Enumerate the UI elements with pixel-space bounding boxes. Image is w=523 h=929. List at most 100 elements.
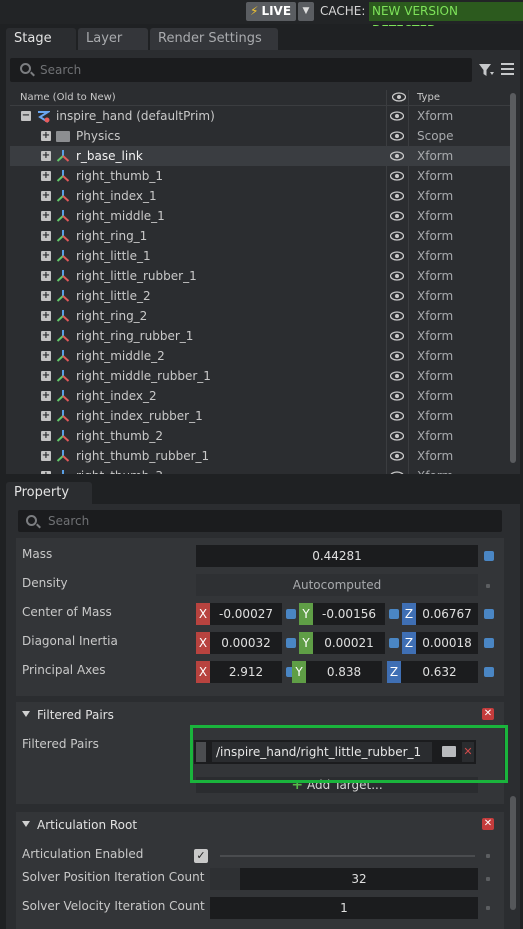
visibility-eye-icon[interactable] — [390, 371, 404, 381]
solver-position-default-indicator[interactable] — [486, 877, 490, 881]
expand-icon[interactable]: + — [41, 311, 51, 321]
visibility-eye-icon[interactable] — [390, 251, 404, 261]
column-header-name[interactable]: Name (Old to New) — [20, 92, 116, 103]
center-of-mass-z-indicator[interactable] — [484, 609, 494, 619]
tab-property[interactable]: Property — [6, 482, 92, 504]
visibility-eye-icon[interactable] — [390, 451, 404, 461]
remove-articulation-root-button[interactable]: ✕ — [482, 818, 494, 830]
stage-tree-row[interactable]: + right_thumb_1 Xform — [10, 166, 510, 186]
density-default-indicator[interactable] — [486, 584, 490, 588]
expand-icon[interactable]: + — [41, 171, 51, 181]
collapse-triangle-icon[interactable] — [22, 711, 30, 717]
diagonal-inertia-y-indicator[interactable] — [389, 638, 399, 648]
visibility-eye-icon[interactable] — [390, 111, 404, 121]
principal-axes-z-indicator[interactable] — [484, 667, 494, 677]
mass-authored-indicator[interactable] — [484, 551, 494, 561]
center-of-mass-y-indicator[interactable] — [389, 609, 399, 619]
tab-layer[interactable]: Layer — [78, 28, 148, 50]
collapse-icon[interactable]: − — [21, 111, 31, 121]
tab-stage[interactable]: Stage — [6, 28, 76, 50]
stage-tree-row[interactable]: + right_little_1 Xform — [10, 246, 510, 266]
visibility-header-eye-icon[interactable] — [392, 92, 406, 102]
stage-tree-row[interactable]: + right_middle_rubber_1 Xform — [10, 366, 510, 386]
articulation-root-header[interactable]: Articulation Root ✕ — [16, 812, 504, 838]
expand-icon[interactable]: + — [41, 191, 51, 201]
principal-axes-z-field[interactable]: 0.632 — [401, 661, 478, 683]
diagonal-inertia-z-indicator[interactable] — [484, 638, 494, 648]
diagonal-inertia-x-indicator[interactable] — [286, 638, 296, 648]
articulation-enabled-default-indicator[interactable] — [486, 854, 490, 858]
expand-icon[interactable]: + — [41, 331, 51, 341]
expand-icon[interactable]: + — [41, 351, 51, 361]
density-field[interactable]: Autocomputed — [196, 574, 478, 596]
stage-tree-row[interactable]: + right_index_1 Xform — [10, 186, 510, 206]
stage-scrollbar[interactable] — [510, 93, 516, 471]
visibility-eye-icon[interactable] — [390, 211, 404, 221]
tab-render-settings[interactable]: Render Settings — [150, 28, 278, 50]
expand-icon[interactable]: + — [41, 211, 51, 221]
stage-tree-row[interactable]: + right_thumb_2 Xform — [10, 426, 510, 446]
articulation-enabled-checkbox[interactable]: ✓ — [194, 849, 208, 863]
stage-tree-row[interactable]: + right_ring_rubber_1 Xform — [10, 326, 510, 346]
solver-position-slider-fill[interactable] — [210, 868, 240, 890]
stage-tree-row[interactable]: +right_thumb_3Xform — [10, 466, 510, 474]
live-dropdown-button[interactable]: ▼ — [298, 2, 314, 21]
stage-tree-row[interactable]: + right_ring_1 Xform — [10, 226, 510, 246]
stage-tree-row[interactable]: + right_index_2 Xform — [10, 386, 510, 406]
stage-tree-row[interactable]: + right_little_2 Xform — [10, 286, 510, 306]
expand-icon[interactable]: + — [41, 231, 51, 241]
expand-icon[interactable]: + — [41, 271, 51, 281]
cache-status-badge[interactable]: NEW VERSION DETECTED — [369, 2, 523, 37]
center-of-mass-x-indicator[interactable] — [286, 609, 296, 619]
visibility-eye-icon[interactable] — [390, 411, 404, 421]
stage-tree-row[interactable]: − inspire_hand (defaultPrim) Xform — [10, 106, 510, 126]
visibility-eye-icon[interactable] — [390, 351, 404, 361]
visibility-eye-icon[interactable] — [390, 331, 404, 341]
column-header-type[interactable]: Type — [417, 92, 440, 103]
expand-icon[interactable]: + — [41, 411, 51, 421]
visibility-eye-icon[interactable] — [390, 231, 404, 241]
diagonal-inertia-x-field[interactable]: 0.00032 — [210, 632, 282, 654]
expand-icon[interactable]: + — [41, 251, 51, 261]
center-of-mass-y-field[interactable]: -0.00156 — [313, 603, 385, 625]
hamburger-menu-icon[interactable] — [501, 63, 514, 75]
expand-icon[interactable]: + — [41, 431, 51, 441]
diagonal-inertia-z-field[interactable]: 0.00018 — [416, 632, 478, 654]
center-of-mass-z-field[interactable]: 0.06767 — [416, 603, 478, 625]
stage-search-input[interactable]: Search — [10, 58, 472, 82]
collapse-triangle-icon[interactable] — [22, 821, 30, 827]
stage-tree-row[interactable]: + right_index_rubber_1 Xform — [10, 406, 510, 426]
expand-icon[interactable]: + — [41, 371, 51, 381]
stage-tree-row[interactable]: + r_base_link Xform — [10, 146, 510, 166]
property-scrollbar-thumb[interactable] — [510, 796, 516, 910]
visibility-eye-icon[interactable] — [390, 431, 404, 441]
diagonal-inertia-y-field[interactable]: 0.00021 — [313, 632, 385, 654]
solver-velocity-field[interactable]: 1 — [210, 897, 478, 919]
solver-velocity-default-indicator[interactable] — [486, 906, 490, 910]
visibility-eye-icon[interactable] — [390, 271, 404, 281]
visibility-eye-icon[interactable] — [390, 171, 404, 181]
expand-icon[interactable]: + — [41, 131, 51, 141]
visibility-eye-icon[interactable] — [390, 391, 404, 401]
visibility-eye-icon[interactable] — [390, 311, 404, 321]
stage-tree-row[interactable]: + Physics Scope — [10, 126, 510, 146]
remove-filtered-pairs-button[interactable]: ✕ — [482, 708, 494, 720]
property-search-input[interactable]: Search — [18, 510, 502, 532]
visibility-eye-icon[interactable] — [390, 191, 404, 201]
live-button[interactable]: ⚡ LIVE — [246, 2, 296, 21]
principal-axes-x-field[interactable]: 2.912 — [210, 661, 282, 683]
expand-icon[interactable]: + — [41, 151, 51, 161]
solver-position-field[interactable]: 32 — [240, 868, 478, 890]
stage-tree-row[interactable]: + right_thumb_rubber_1 Xform — [10, 446, 510, 466]
expand-icon[interactable]: + — [41, 291, 51, 301]
stage-tree-row[interactable]: + right_middle_2 Xform — [10, 346, 510, 366]
filter-icon[interactable] — [478, 62, 494, 78]
stage-tree-row[interactable]: + right_middle_1 Xform — [10, 206, 510, 226]
visibility-eye-icon[interactable] — [390, 291, 404, 301]
visibility-eye-icon[interactable] — [390, 151, 404, 161]
stage-tree-row[interactable]: + right_ring_2 Xform — [10, 306, 510, 326]
principal-axes-y-field[interactable]: 0.838 — [306, 661, 382, 683]
center-of-mass-x-field[interactable]: -0.00027 — [210, 603, 282, 625]
visibility-eye-icon[interactable] — [390, 131, 404, 141]
expand-icon[interactable]: + — [41, 451, 51, 461]
